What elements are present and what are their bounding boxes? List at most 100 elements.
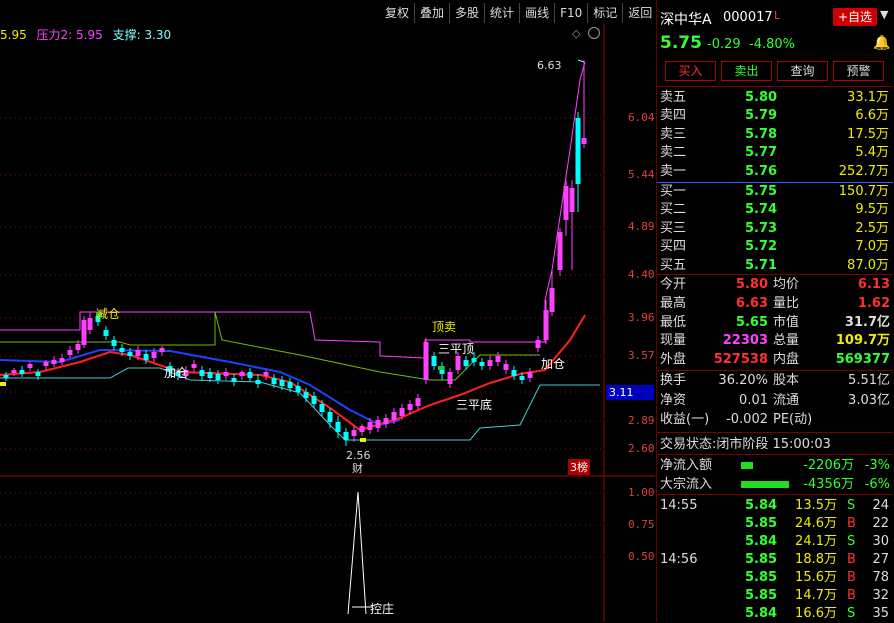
candle[interactable] [535,336,541,352]
candle[interactable] [263,370,269,380]
candle[interactable] [3,372,9,381]
candle[interactable] [239,370,245,380]
flow-bar [741,481,789,488]
candle[interactable] [191,360,197,372]
ask-price: 5.76 [745,163,778,179]
bid-label: 买五 [660,257,687,273]
toolbar-button-1[interactable]: 叠加 [414,3,449,23]
candle[interactable] [51,356,57,367]
bid-price: 5.73 [745,220,778,236]
toolbar-button-5[interactable]: F10 [554,3,587,23]
quote-volratio-label: 量比 [773,295,800,311]
high-label: 6.63 [537,59,562,72]
top-sell-label: 顶卖 [432,320,457,334]
price-tick-3: 4.40 [628,268,655,281]
price-tick-4: 3.96 [628,311,655,324]
add-favorite-button[interactable]: +自选 [833,8,877,26]
candle[interactable] [359,424,365,436]
toolbar-button-2[interactable]: 多股 [449,3,484,23]
candle[interactable] [67,346,73,358]
candle[interactable] [439,362,445,380]
toolbar-button-4[interactable]: 画线 [519,3,554,23]
sell-button[interactable]: 卖出 [721,61,772,81]
price-tick-1: 5.44 [628,168,655,181]
chevron-down-icon[interactable]: ▼ [880,8,888,21]
tick-row: 5.85 24.6万 B 22 [657,514,893,533]
support-line [0,367,600,441]
candle[interactable] [231,374,237,386]
candle[interactable] [423,338,429,384]
candle[interactable] [81,316,87,348]
candle[interactable] [27,362,33,371]
candle[interactable] [415,394,421,410]
candle[interactable] [343,428,349,446]
candle[interactable] [487,356,493,370]
candle[interactable] [159,346,165,356]
bid-label: 买三 [660,220,687,236]
candle[interactable] [479,358,485,370]
toolbar-button-0[interactable]: 复权 [380,3,414,23]
quote-avg-value: 6.13 [857,277,890,292]
ask-volume: 6.6万 [855,108,889,124]
bid-row: 买一 5.75 150.7万 [657,182,893,201]
candle[interactable] [103,326,109,340]
candle[interactable] [543,300,549,344]
candle[interactable] [383,414,389,428]
bid-volume: 7.0万 [855,239,889,255]
candle[interactable] [569,180,575,270]
bell-icon[interactable]: 🔔 [873,35,890,51]
ask-row: 卖五 5.80 33.1万 [657,88,893,107]
query-button[interactable]: 查询 [777,61,828,81]
fund-eps-label: 收益(一) [660,412,710,427]
candle[interactable] [223,368,229,380]
price-change-pct: -4.80% [749,37,795,52]
candle[interactable] [247,368,253,382]
ask-row: 卖四 5.79 6.6万 [657,106,893,125]
ask-price: 5.79 [745,108,778,124]
candle[interactable] [503,360,509,374]
candle[interactable] [557,228,563,276]
candle[interactable] [87,312,93,334]
ask-volume: 5.4万 [855,145,889,161]
quote-mktcap-label: 市值 [773,314,800,330]
toolbar-button-6[interactable]: 标记 [587,3,622,23]
fund-float-value: 3.03亿 [848,392,890,408]
toolbar-button-3[interactable]: 统计 [484,3,519,23]
quote-volratio-value: 1.62 [857,295,890,311]
fund-float-label: 流通 [773,392,800,408]
candle[interactable] [527,368,533,382]
quote-outer-label: 外盘 [660,352,687,368]
candle[interactable] [511,366,517,380]
candle[interactable] [575,112,581,212]
ask-label: 卖四 [660,108,687,124]
tick-volume: 14.7万 [795,588,837,603]
candle[interactable] [295,382,301,396]
list-tag[interactable]: 3榜 [568,459,590,475]
bid-volume: 2.5万 [855,220,889,236]
candle[interactable] [431,352,437,370]
toolbar-button-7[interactable]: 返回 [622,3,657,23]
candle[interactable] [563,180,569,236]
kline-chart[interactable] [0,24,655,622]
candle[interactable] [207,368,213,382]
alert-button[interactable]: 预警 [833,61,884,81]
candle[interactable] [111,336,117,350]
tick-row: 5.85 14.7万 B 32 [657,586,893,605]
candle[interactable] [199,366,205,380]
buy-button[interactable]: 买入 [665,61,716,81]
candle[interactable] [375,416,381,432]
ask-label: 卖二 [660,145,687,161]
candle[interactable] [495,352,501,366]
fund-turnover-label: 换手 [660,373,687,388]
candle[interactable] [19,366,25,377]
candle[interactable] [327,408,333,428]
candle[interactable] [215,370,221,384]
quote-inner-value: 569377 [835,352,890,368]
candle[interactable] [447,368,453,388]
candle[interactable] [255,374,261,388]
quote-cur_vol-value: 22303 [722,333,768,349]
reduce-label: 减仓 [96,307,121,321]
finance-marker[interactable]: 财 [352,460,363,476]
sub-tick-0: 1.00 [628,486,655,499]
bid-row: 买四 5.72 7.0万 [657,237,893,256]
